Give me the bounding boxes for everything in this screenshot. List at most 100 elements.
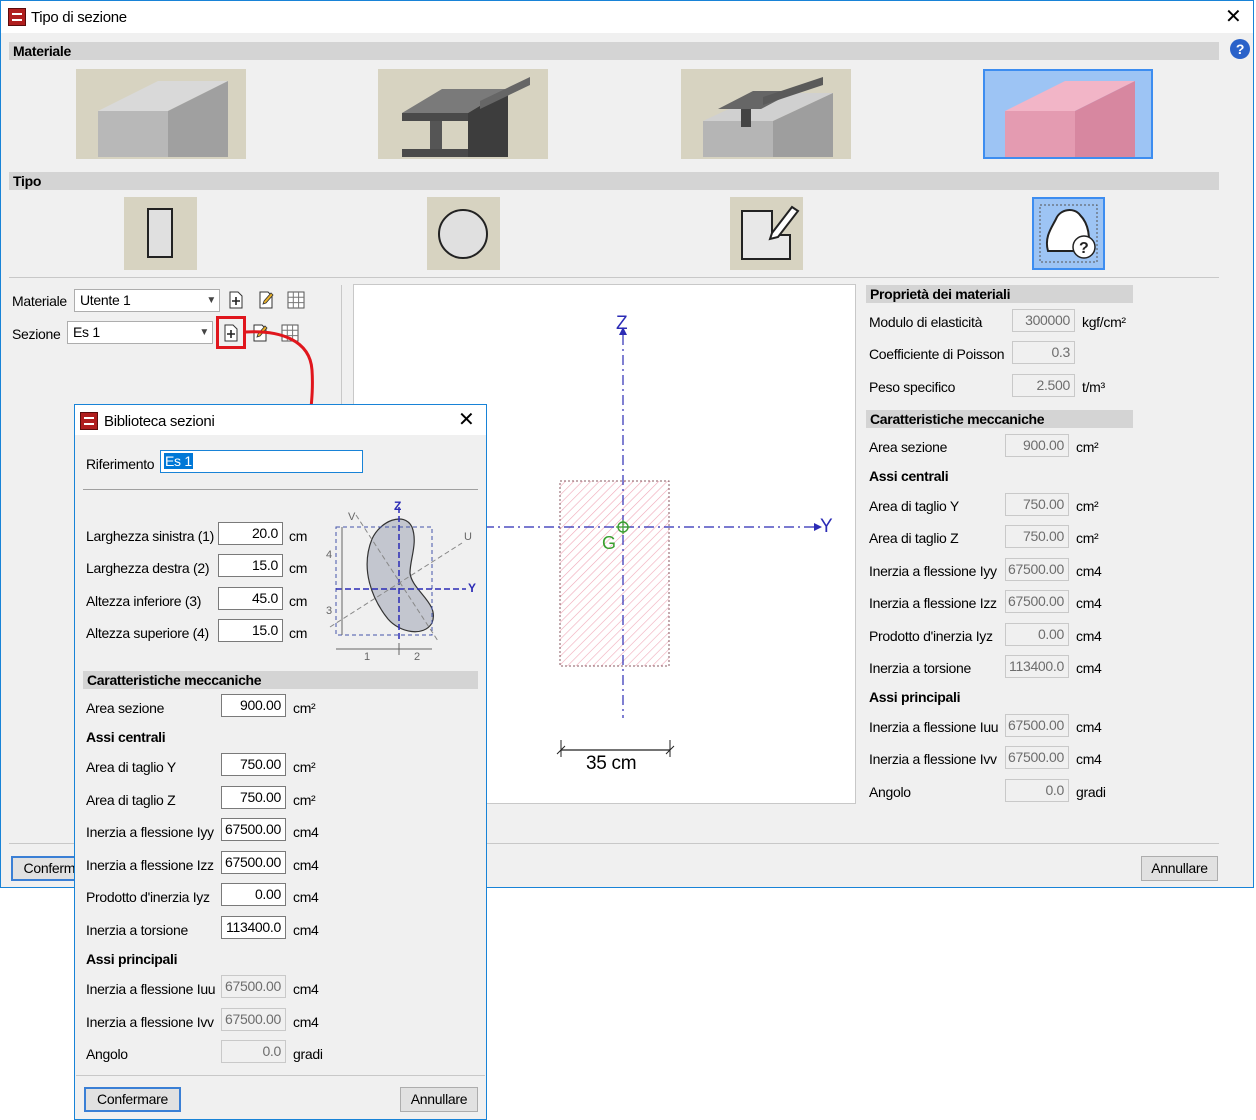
- ivv-unit: cm4: [1076, 751, 1102, 767]
- modulo-label: Modulo di elasticità: [869, 314, 983, 330]
- dialog-iuu-label: Inerzia a flessione Iuu: [86, 981, 216, 997]
- divider: [9, 277, 1219, 278]
- iuu-field: 67500.00: [1005, 714, 1069, 737]
- title-bar: Tipo di sezione ✕: [1, 1, 1253, 33]
- dialog-iyy-unit: cm4: [293, 824, 319, 840]
- poisson-label: Coefficiente di Poisson: [869, 346, 1005, 362]
- dialog-angolo-label: Angolo: [86, 1046, 128, 1062]
- material-tile-composite[interactable]: [681, 69, 851, 159]
- dialog-torsione-field[interactable]: 113400.0: [221, 916, 286, 939]
- type-tile-rectangle[interactable]: [124, 197, 197, 270]
- composite-section-icon: [703, 77, 833, 157]
- dialog-iuu-unit: cm4: [293, 981, 319, 997]
- close-icon[interactable]: ✕: [1225, 7, 1242, 27]
- chevron-down-icon: ▼: [199, 327, 209, 338]
- larg-sx-unit: cm: [289, 528, 308, 544]
- materials-header: Proprietà dei materiali: [866, 285, 1133, 303]
- area-field: 900.00: [1005, 434, 1069, 457]
- dialog-mech-header: Caratteristiche meccaniche: [83, 671, 478, 689]
- poisson-field: 0.3: [1012, 341, 1075, 364]
- dialog-ivv-unit: cm4: [293, 1014, 319, 1030]
- dialog-tagliy-field[interactable]: 750.00: [221, 753, 286, 776]
- iuu-label: Inerzia a flessione Iuu: [869, 719, 999, 735]
- dialog-tagliy-unit: cm²: [293, 759, 316, 775]
- sezione-add-icon[interactable]: [222, 324, 240, 342]
- app-icon: [80, 412, 98, 430]
- dialog-tagliy-label: Area di taglio Y: [86, 759, 176, 775]
- larg-sx-input[interactable]: 20.0: [218, 522, 283, 545]
- dialog-central-header: Assi centrali: [86, 729, 166, 745]
- modulo-field: 300000: [1012, 309, 1075, 332]
- alt-inf-unit: cm: [289, 593, 308, 609]
- tagliz-field: 750.00: [1005, 525, 1069, 548]
- alt-inf-label: Altezza inferiore (3): [86, 593, 202, 609]
- help-icon[interactable]: ?: [1230, 39, 1250, 59]
- central-axes-header: Assi centrali: [869, 468, 949, 484]
- dialog-iyz-field[interactable]: 0.00: [221, 883, 286, 906]
- diagram-3-label: 3: [326, 605, 332, 617]
- generic-shape-icon: ?: [1039, 204, 1098, 263]
- diagram-1-label: 1: [364, 651, 370, 663]
- sezione-select[interactable]: Es 1 ▼: [67, 321, 213, 344]
- chevron-down-icon: ▼: [206, 295, 216, 306]
- steel-section-icon: [402, 77, 530, 157]
- dialog-area-unit: cm²: [293, 700, 316, 716]
- polygon-edit-icon: [741, 205, 800, 260]
- alt-sup-unit: cm: [289, 625, 308, 641]
- tagliy-label: Area di taglio Y: [869, 498, 959, 514]
- concrete-block-icon: [98, 81, 228, 157]
- dialog-torsione-label: Inerzia a torsione: [86, 922, 188, 938]
- dialog-iuu-field: 67500.00: [221, 975, 286, 998]
- principal-axes-header: Assi principali: [869, 689, 961, 705]
- dialog-cancel-button[interactable]: Annullare: [400, 1087, 478, 1112]
- section-dimension-diagram: V Z U Y 4 3 1 2: [320, 499, 480, 667]
- dialog-principal-header: Assi principali: [86, 951, 178, 967]
- angolo-unit: gradi: [1076, 784, 1106, 800]
- type-tile-polygon[interactable]: [730, 197, 803, 270]
- axis-y-label: Y: [820, 516, 833, 537]
- alt-sup-label: Altezza superiore (4): [86, 625, 209, 641]
- dialog-izz-field[interactable]: 67500.00: [221, 851, 286, 874]
- iyz-label: Prodotto d'inerzia Iyz: [869, 628, 993, 644]
- type-tile-circle[interactable]: [427, 197, 500, 270]
- tagliy-unit: cm²: [1076, 498, 1099, 514]
- dialog-izz-label: Inerzia a flessione Izz: [86, 857, 214, 873]
- torsione-field: 113400.0: [1005, 655, 1069, 678]
- iuu-unit: cm4: [1076, 719, 1102, 735]
- centroid-label: G: [602, 533, 616, 553]
- material-tile-steel[interactable]: [378, 69, 548, 159]
- dialog-tagliz-field[interactable]: 750.00: [221, 786, 286, 809]
- cancel-button[interactable]: Annullare: [1141, 856, 1218, 881]
- dialog-close-icon[interactable]: ✕: [458, 410, 475, 430]
- materiale-select-value: Utente 1: [80, 292, 131, 308]
- larg-sx-label: Larghezza sinistra (1): [86, 528, 215, 544]
- diagram-y-label: Y: [468, 581, 476, 595]
- torsione-label: Inerzia a torsione: [869, 660, 971, 676]
- material-tile-generic[interactable]: [983, 69, 1153, 159]
- dialog-ivv-field: 67500.00: [221, 1008, 286, 1031]
- alt-inf-input[interactable]: 45.0: [218, 587, 283, 610]
- dialog-izz-unit: cm4: [293, 857, 319, 873]
- riferimento-input[interactable]: Es 1: [160, 450, 363, 473]
- dialog-iyy-field[interactable]: 67500.00: [221, 818, 286, 841]
- dialog-confirm-button[interactable]: Confermare: [84, 1087, 181, 1112]
- type-tile-generic[interactable]: ?: [1032, 197, 1105, 270]
- dialog-angolo-field: 0.0: [221, 1040, 286, 1063]
- dialog-iyz-label: Prodotto d'inerzia Iyz: [86, 889, 210, 905]
- materiale-select[interactable]: Utente 1 ▼: [74, 289, 220, 312]
- mech-header: Caratteristiche meccaniche: [866, 410, 1133, 428]
- angolo-label: Angolo: [869, 784, 911, 800]
- iyy-field: 67500.00: [1005, 558, 1069, 581]
- larg-dx-input[interactable]: 15.0: [218, 554, 283, 577]
- dialog-area-field[interactable]: 900.00: [221, 694, 286, 717]
- alt-sup-input[interactable]: 15.0: [218, 619, 283, 642]
- material-tile-concrete[interactable]: [76, 69, 246, 159]
- materiale-edit-icon[interactable]: [257, 291, 275, 309]
- materiale-add-icon[interactable]: [227, 291, 245, 309]
- diagram-v-label: V: [348, 511, 356, 523]
- materiale-table-icon[interactable]: [287, 291, 305, 309]
- dialog-divider: [83, 489, 478, 490]
- dialog-torsione-unit: cm4: [293, 922, 319, 938]
- area-unit: cm²: [1076, 439, 1099, 455]
- window-title: Tipo di sezione: [31, 9, 127, 26]
